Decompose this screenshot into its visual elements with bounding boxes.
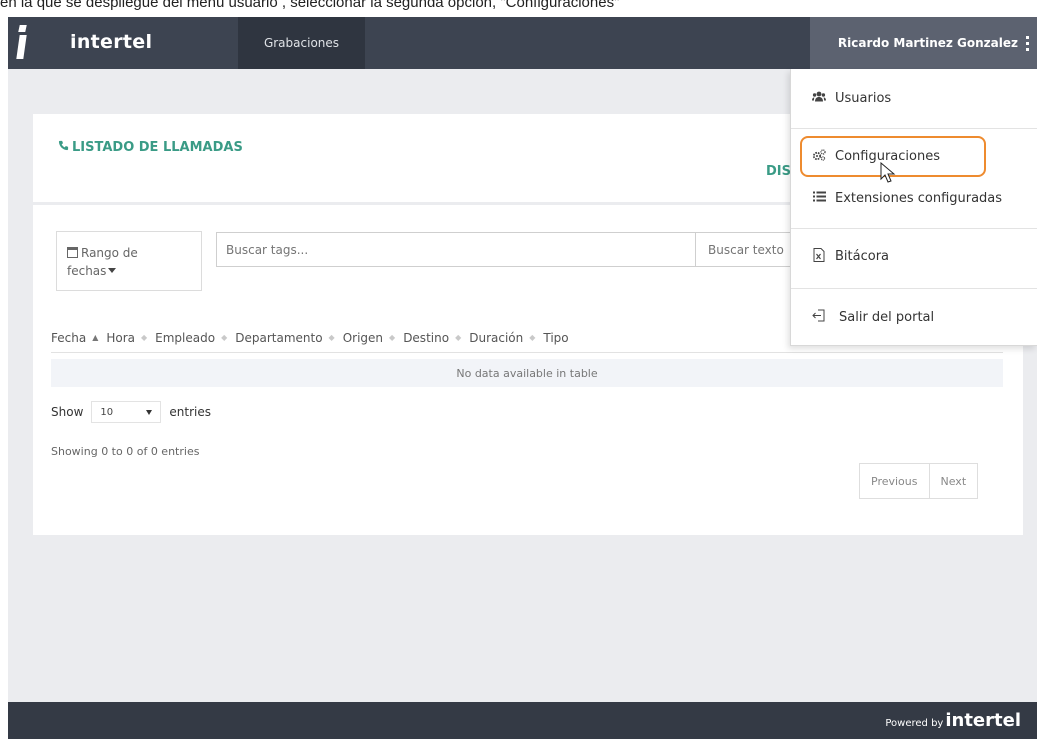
- page-length-control: Show 10 entries: [51, 401, 211, 423]
- excel-file-icon: [812, 247, 826, 265]
- kebab-icon: [1026, 35, 1029, 51]
- menu-item-usuarios-label: Usuarios: [835, 90, 892, 106]
- col-header-empleado[interactable]: Empleado ◆: [155, 331, 235, 345]
- page-length-value: 10: [100, 406, 114, 418]
- mouse-cursor-icon: [880, 161, 896, 184]
- sort-icon: ◆: [389, 333, 396, 342]
- sort-icon: ◆: [455, 333, 462, 342]
- next-page-button[interactable]: Next: [928, 464, 978, 498]
- col-header-fecha[interactable]: Fecha ▲: [51, 331, 106, 345]
- brand-logo-text[interactable]: intertel: [70, 31, 152, 53]
- col-header-hora[interactable]: Hora ◆: [106, 331, 155, 345]
- menu-divider: [791, 228, 1037, 229]
- page-length-select[interactable]: 10: [91, 401, 162, 423]
- powered-by: Powered by intertel: [885, 710, 1021, 731]
- date-range-label-2: fechas: [67, 264, 107, 278]
- sort-icon: ◆: [141, 333, 148, 342]
- select-arrow-icon: [146, 409, 153, 415]
- menu-item-salir[interactable]: Salir del portal: [791, 302, 1037, 332]
- sign-out-icon: [812, 309, 826, 325]
- col-header-origen[interactable]: Origen ◆: [343, 331, 403, 345]
- page-title: LISTADO DE LLAMADAS: [58, 140, 243, 155]
- card-subtitle-partial: DIS: [766, 164, 791, 179]
- list-icon: [812, 191, 826, 205]
- show-label: Show: [51, 405, 84, 419]
- sort-asc-icon: ▲: [92, 333, 99, 342]
- sort-icon: ◆: [328, 333, 335, 342]
- page: en la que se despliegue del menú usuario…: [0, 0, 1037, 739]
- table-empty-row: No data available in table: [51, 359, 1003, 387]
- col-header-duracion[interactable]: Duración ◆: [469, 331, 543, 345]
- menu-item-extensiones-label: Extensiones configuradas: [835, 190, 1003, 206]
- previous-page-button[interactable]: Previous: [860, 464, 929, 498]
- search-tags-input[interactable]: [216, 232, 698, 267]
- date-range-button[interactable]: Rango de fechas: [56, 231, 202, 291]
- menu-item-usuarios[interactable]: Usuarios: [791, 83, 1037, 113]
- menu-item-bitacora[interactable]: Bitácora: [791, 241, 1037, 271]
- menu-item-extensiones[interactable]: Extensiones configuradas: [791, 183, 1037, 213]
- date-range-label-1: Rango de: [81, 246, 138, 260]
- menu-item-bitacora-label: Bitácora: [835, 248, 890, 264]
- sort-icon: ◆: [529, 333, 536, 342]
- pagination: Previous Next: [859, 463, 979, 499]
- calendar-icon: [67, 247, 78, 258]
- user-menu-toggle[interactable]: Ricardo Martinez Gonzalez: [810, 17, 1037, 69]
- powered-by-label: Powered by: [885, 718, 944, 729]
- users-icon: [812, 91, 826, 105]
- menu-item-salir-label: Salir del portal: [839, 309, 935, 325]
- nav-tab-grabaciones[interactable]: Grabaciones: [238, 17, 365, 69]
- instruction-caption: en la que se despliegue del menú usuario…: [0, 0, 620, 11]
- table-info: Showing 0 to 0 of 0 entries: [51, 445, 200, 458]
- page-title-text: LISTADO DE LLAMADAS: [72, 140, 243, 155]
- sort-icon: ◆: [221, 333, 228, 342]
- footer: Powered by intertel: [8, 702, 1037, 739]
- entries-label: entries: [169, 405, 211, 419]
- menu-divider: [791, 128, 1037, 129]
- intertel-logo-icon: [16, 25, 27, 59]
- phone-icon: [58, 140, 69, 155]
- caret-down-icon: [108, 268, 117, 273]
- col-header-departamento[interactable]: Departamento ◆: [235, 331, 342, 345]
- menu-divider: [791, 288, 1037, 289]
- col-header-destino[interactable]: Destino ◆: [403, 331, 469, 345]
- user-name: Ricardo Martinez Gonzalez: [837, 36, 1018, 50]
- col-header-tipo[interactable]: Tipo: [543, 331, 568, 345]
- user-dropdown-menu: Usuarios Configuraciones Extensiones con…: [790, 69, 1037, 346]
- footer-brand: intertel: [945, 710, 1021, 731]
- top-navbar: intertel Grabaciones Ricardo Martinez Go…: [8, 17, 1037, 69]
